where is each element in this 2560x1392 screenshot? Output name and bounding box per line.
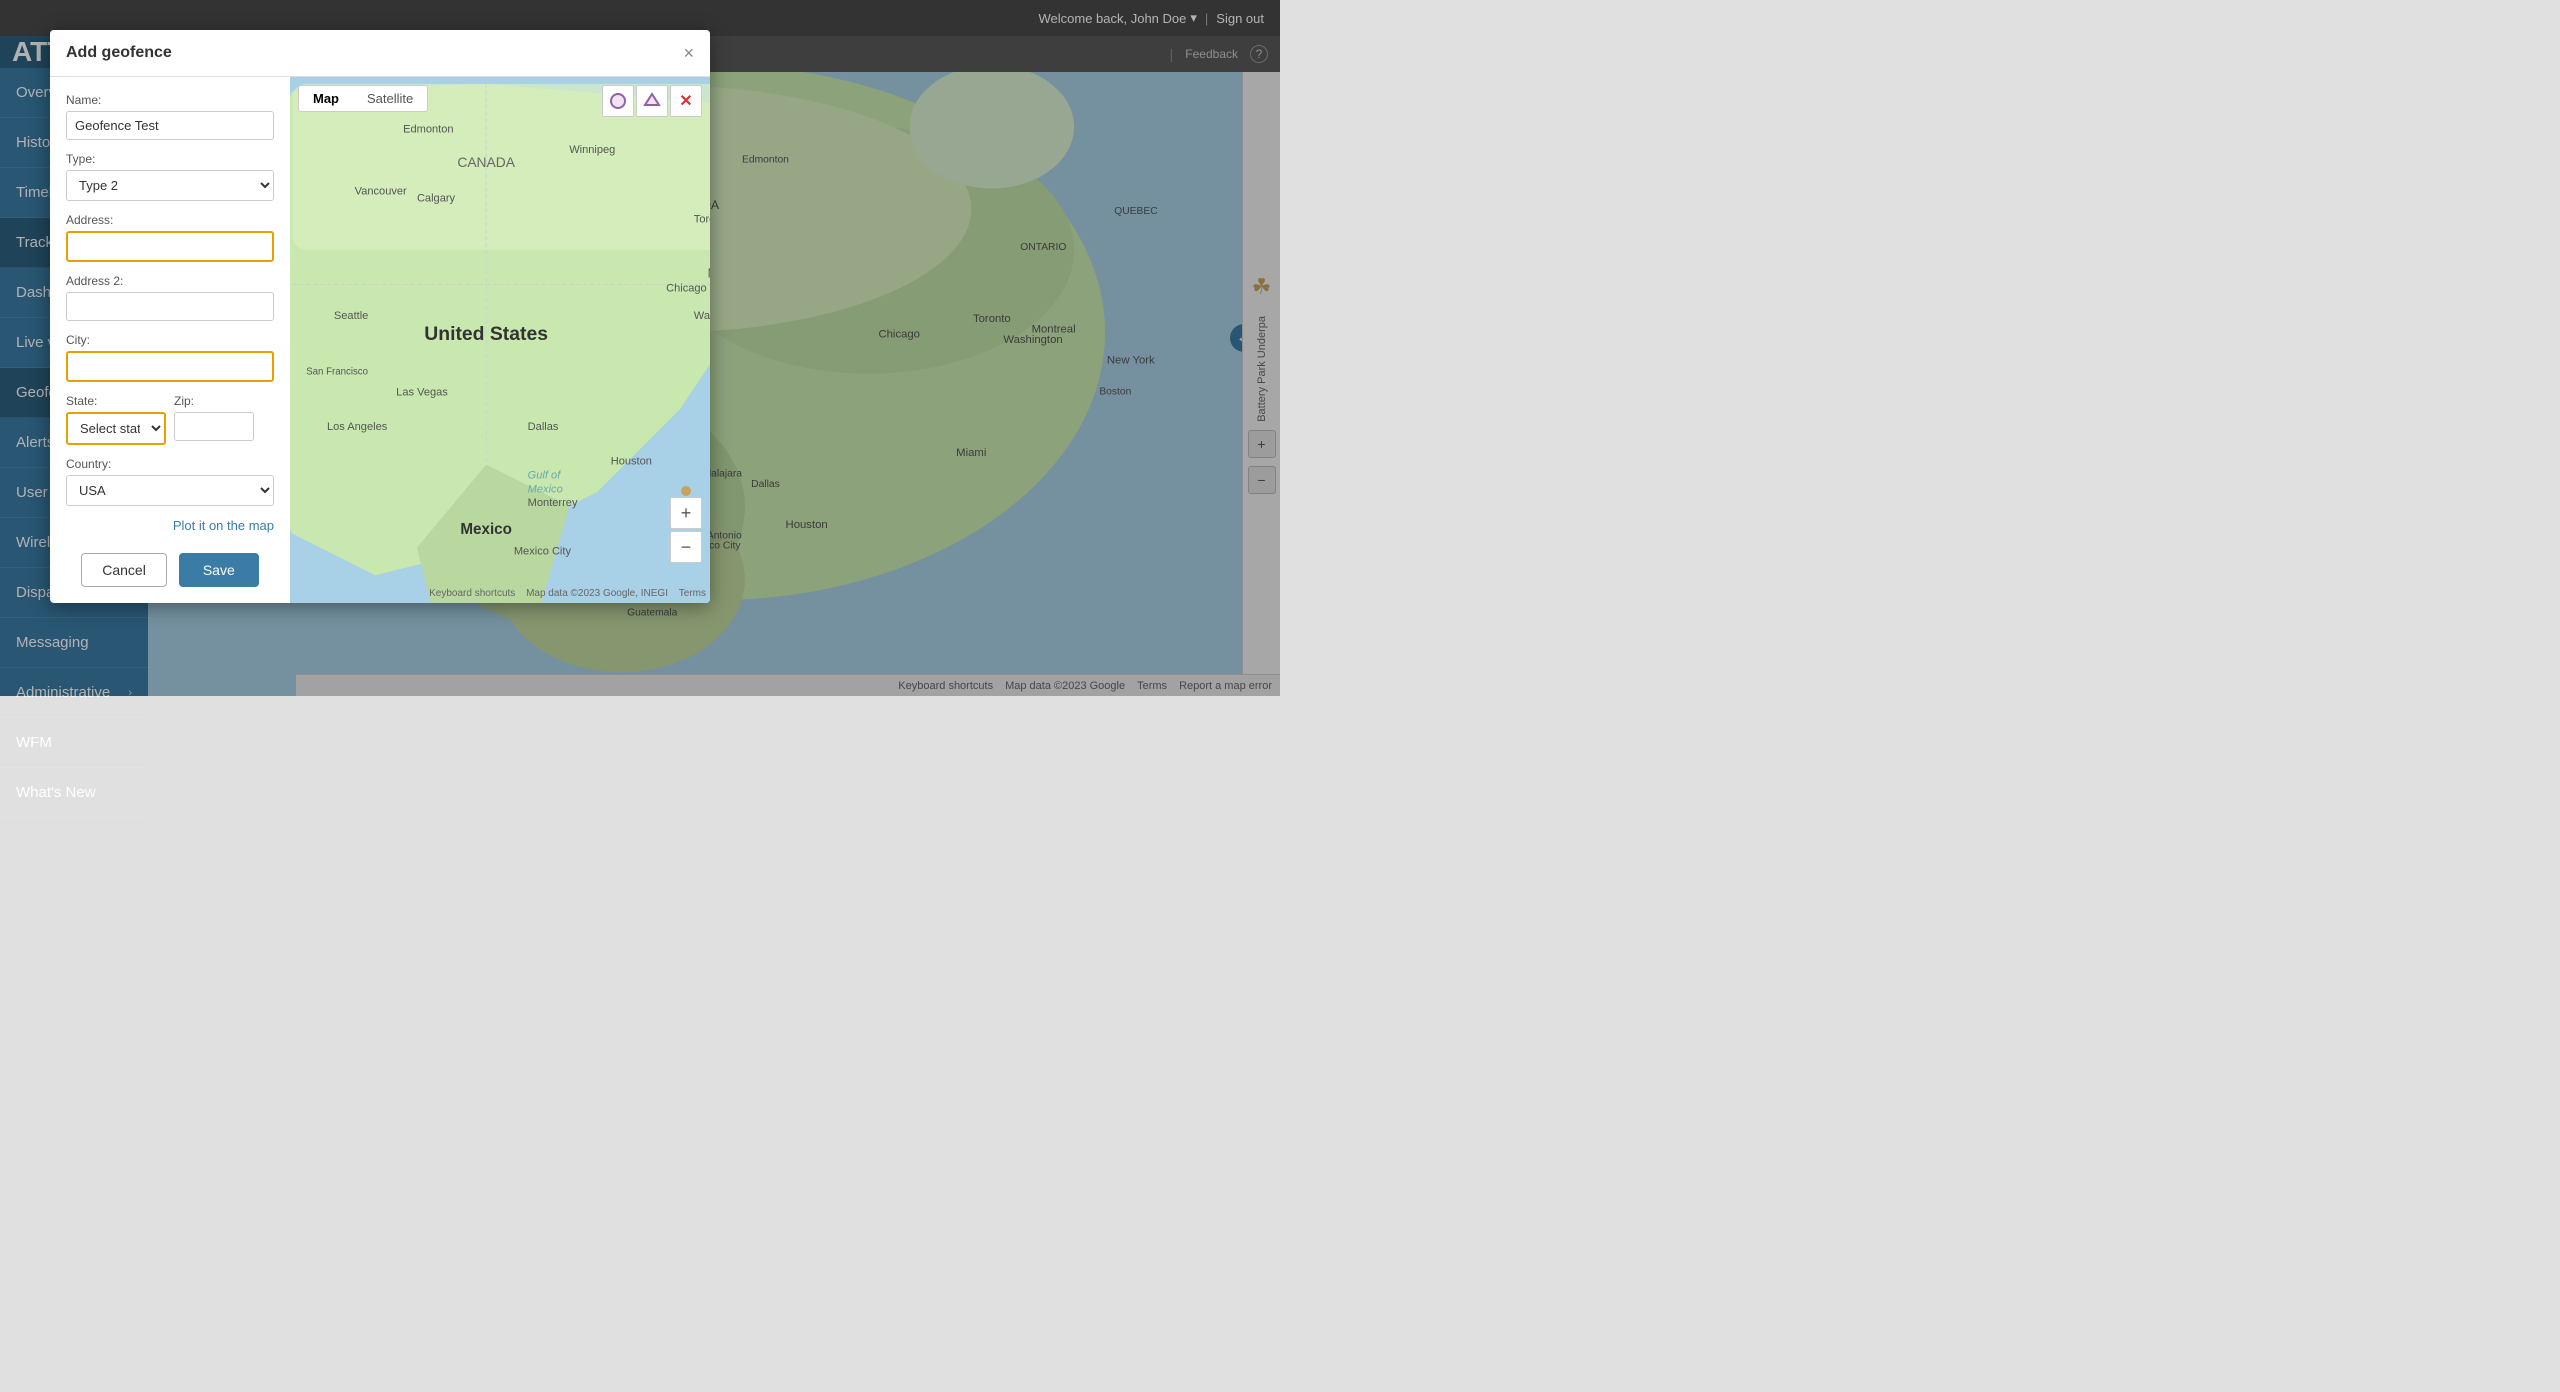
save-button[interactable]: Save	[179, 553, 259, 587]
close-draw-tool[interactable]: ✕	[670, 85, 702, 117]
map-tools: ✕	[602, 85, 702, 117]
address-field-group: Address:	[66, 213, 274, 262]
state-select[interactable]: Select state ALAKAZCA COFLGANY TX	[66, 412, 166, 445]
svg-text:Dallas: Dallas	[528, 421, 559, 433]
tab-map[interactable]: Map	[299, 86, 353, 111]
svg-text:New York: New York	[708, 267, 710, 281]
svg-text:Toronto: Toronto	[694, 213, 710, 225]
add-geofence-modal: Add geofence × Name: Type: Type 1 Type 2…	[50, 30, 710, 603]
name-label: Name:	[66, 93, 274, 107]
cancel-button[interactable]: Cancel	[81, 553, 167, 587]
zip-input[interactable]	[174, 412, 254, 441]
svg-text:Gulf of: Gulf of	[528, 469, 563, 481]
zip-field-group: Zip:	[174, 394, 274, 445]
circle-draw-tool[interactable]	[602, 85, 634, 117]
country-field-group: Country: USA Canada Mexico	[66, 457, 274, 506]
address-label: Address:	[66, 213, 274, 227]
map-attribution-bar: Keyboard shortcuts Map data ©2023 Google…	[429, 588, 706, 599]
address2-input[interactable]	[66, 292, 274, 321]
sidebar-item-whats-new[interactable]: What's New	[0, 768, 148, 818]
type-label: Type:	[66, 152, 274, 166]
svg-text:Seattle: Seattle	[334, 310, 368, 322]
svg-text:Mexico City: Mexico City	[514, 546, 572, 558]
state-zip-row: State: Select state ALAKAZCA COFLGANY TX…	[66, 394, 274, 457]
modal-header: Add geofence ×	[50, 30, 710, 77]
name-field-group: Name:	[66, 93, 274, 140]
country-label: Country:	[66, 457, 274, 471]
svg-text:San Francisco: San Francisco	[306, 367, 368, 378]
svg-text:Washington: Washington	[694, 310, 710, 322]
svg-text:United States: United States	[424, 323, 548, 345]
form-button-row: Cancel Save	[66, 553, 274, 587]
svg-text:Houston: Houston	[611, 456, 652, 468]
polygon-draw-tool[interactable]	[636, 85, 668, 117]
state-label: State:	[66, 394, 166, 408]
city-field-group: City:	[66, 333, 274, 382]
city-label: City:	[66, 333, 274, 347]
address2-field-group: Address 2:	[66, 274, 274, 321]
address2-label: Address 2:	[66, 274, 274, 288]
svg-text:Edmonton: Edmonton	[403, 123, 453, 135]
name-input[interactable]	[66, 111, 274, 140]
state-field-group: State: Select state ALAKAZCA COFLGANY TX	[66, 394, 166, 445]
map-data-credit: Map data ©2023 Google, INEGI	[526, 588, 668, 599]
zoom-out-button[interactable]: −	[670, 531, 702, 563]
svg-text:Los Angeles: Los Angeles	[327, 421, 388, 433]
zoom-controls: + −	[670, 497, 702, 563]
sidebar-item-label: WFM	[16, 734, 52, 751]
svg-text:Vancouver: Vancouver	[355, 186, 407, 198]
keyboard-shortcuts-text[interactable]: Keyboard shortcuts	[429, 588, 515, 599]
modal-map-svg: United States Mexico CANADA Chicago Wash…	[290, 77, 710, 603]
svg-text:Mexico: Mexico	[460, 521, 512, 538]
tab-satellite[interactable]: Satellite	[353, 86, 427, 111]
modal-map-section: United States Mexico CANADA Chicago Wash…	[290, 77, 710, 603]
svg-text:Mexico: Mexico	[528, 483, 563, 495]
sidebar-item-wfm[interactable]: WFM	[0, 718, 148, 768]
zip-label: Zip:	[174, 394, 274, 408]
modal-body: Name: Type: Type 1 Type 2 Type 3 Address…	[50, 77, 710, 603]
sidebar-item-label: What's New	[16, 784, 96, 801]
plot-on-map-link[interactable]: Plot it on the map	[66, 518, 274, 533]
svg-text:Winnipeg: Winnipeg	[569, 144, 615, 156]
address-input[interactable]	[66, 231, 274, 262]
modal-close-button[interactable]: ×	[683, 44, 694, 62]
type-select[interactable]: Type 1 Type 2 Type 3	[66, 170, 274, 201]
svg-text:Chicago: Chicago	[666, 283, 707, 295]
type-field-group: Type: Type 1 Type 2 Type 3	[66, 152, 274, 201]
geofence-form: Name: Type: Type 1 Type 2 Type 3 Address…	[50, 77, 290, 603]
svg-text:CANADA: CANADA	[457, 154, 515, 170]
country-select[interactable]: USA Canada Mexico	[66, 475, 274, 506]
map-tabs: Map Satellite	[298, 85, 428, 112]
terms-text[interactable]: Terms	[679, 588, 706, 599]
svg-text:Calgary: Calgary	[417, 193, 456, 205]
city-input[interactable]	[66, 351, 274, 382]
svg-text:Monterrey: Monterrey	[528, 497, 578, 509]
zoom-in-button[interactable]: +	[670, 497, 702, 529]
modal-title: Add geofence	[66, 44, 172, 62]
svg-text:Las Vegas: Las Vegas	[396, 386, 448, 398]
close-icon: ✕	[679, 91, 692, 111]
